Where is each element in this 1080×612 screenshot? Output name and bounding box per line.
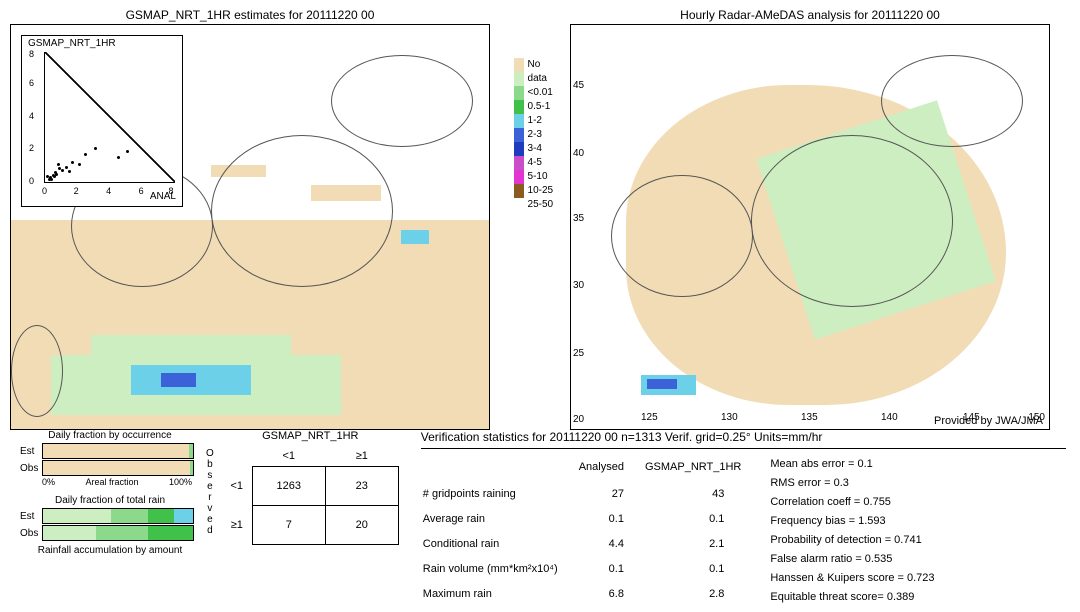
acc-caption: Rainfall accumulation by amount <box>20 545 200 556</box>
stats-row: Conditional rain 4.42.1 <box>423 532 743 555</box>
map1-title: GSMAP_NRT_1HR estimates for 20111220 00 <box>10 8 490 22</box>
legend-label: 2-3 <box>528 128 556 142</box>
ct-00: 1263 <box>252 467 325 506</box>
scatter-inset: GSMAP_NRT_1HR <box>21 35 183 207</box>
inset-xlabel: ANAL <box>150 191 176 202</box>
fraction-bars: Daily fraction by occurrence Est Obs 0% … <box>20 430 200 607</box>
axis-mid: Areal fraction <box>85 477 138 487</box>
stats-row: Average rain 0.10.1 <box>423 508 743 531</box>
legend-label: 5-10 <box>528 170 556 184</box>
stats-table: Analysed GSMAP_NRT_1HR # gridpoints rain… <box>421 455 745 607</box>
occ-est-bar <box>42 443 194 459</box>
rain-title: Daily fraction of total rain <box>20 495 200 506</box>
occ-title: Daily fraction by occurrence <box>20 430 200 441</box>
ct-col2: ≥1 <box>325 446 398 467</box>
map2: 20 25 30 35 40 45 125 130 135 140 145 15… <box>570 24 1050 430</box>
ct-row2: ≥1 <box>222 506 253 545</box>
score-row: Correlation coeff = 0.755 <box>770 493 934 512</box>
score-row: Probability of detection = 0.741 <box>770 531 934 550</box>
st-h1: Analysed <box>578 457 642 481</box>
legend-label: 10-25 <box>528 184 556 198</box>
stats-row: # gridpoints raining 2743 <box>423 483 743 506</box>
legend-label: 4-5 <box>528 156 556 170</box>
color-legend: No data<0.010.5-11-22-33-44-55-1010-2525… <box>514 58 555 212</box>
st-h2: GSMAP_NRT_1HR <box>644 457 742 481</box>
map1: GSMAP_NRT_1HR <box>10 24 490 430</box>
legend-label: <0.01 <box>528 86 556 100</box>
stats-row: Maximum rain 6.82.8 <box>423 582 743 605</box>
stats-row: Rain volume (mm*km²x10⁴) 0.10.1 <box>423 557 743 580</box>
ct-11: 20 <box>325 506 398 545</box>
map2-panel: Hourly Radar-AMeDAS analysis for 2011122… <box>570 8 1050 430</box>
ct-row1: <1 <box>222 467 253 506</box>
occ-obs-bar <box>42 460 194 476</box>
map1-panel: GSMAP_NRT_1HR estimates for 20111220 00 … <box>10 8 490 430</box>
legend-label: 0.5-1 <box>528 100 556 114</box>
inset-title: GSMAP_NRT_1HR <box>28 38 116 49</box>
legend-label: 3-4 <box>528 142 556 156</box>
score-row: False alarm ratio = 0.535 <box>770 550 934 569</box>
rain-obs-label: Obs <box>20 528 42 539</box>
legend-label: 25-50 <box>528 198 556 212</box>
map2-title: Hourly Radar-AMeDAS analysis for 2011122… <box>570 8 1050 22</box>
ct-10: 7 <box>252 506 325 545</box>
observed-label: Observed <box>206 448 214 607</box>
rain-est-label: Est <box>20 511 42 522</box>
contingency-table: GSMAP_NRT_1HR <1 ≥1 <1 1263 23 ≥1 7 20 <box>222 430 399 607</box>
ct-col1: <1 <box>252 446 325 467</box>
ct-01: 23 <box>325 467 398 506</box>
legend-label: No data <box>528 58 556 86</box>
occ-obs-label: Obs <box>20 463 42 474</box>
ct-title: GSMAP_NRT_1HR <box>222 430 399 442</box>
score-row: Equitable threat score= 0.389 <box>770 588 934 607</box>
legend-label: 1-2 <box>528 114 556 128</box>
scatter-plot: 0 2 4 6 8 0 2 4 6 8 <box>44 52 175 183</box>
occ-est-label: Est <box>20 446 42 457</box>
scores-list: Mean abs error = 0.1RMS error = 0.3Corre… <box>770 455 934 607</box>
rain-est-bar <box>42 508 194 524</box>
stats-header: Verification statistics for 20111220 00 … <box>421 430 1066 444</box>
score-row: RMS error = 0.3 <box>770 474 934 493</box>
stats-block: Verification statistics for 20111220 00 … <box>421 430 1066 607</box>
score-row: Frequency bias = 1.593 <box>770 512 934 531</box>
axis-0: 0% <box>42 477 55 487</box>
rain-obs-bar <box>42 525 194 541</box>
score-row: Mean abs error = 0.1 <box>770 455 934 474</box>
score-row: Hanssen & Kuipers score = 0.723 <box>770 569 934 588</box>
axis-100: 100% <box>169 477 192 487</box>
